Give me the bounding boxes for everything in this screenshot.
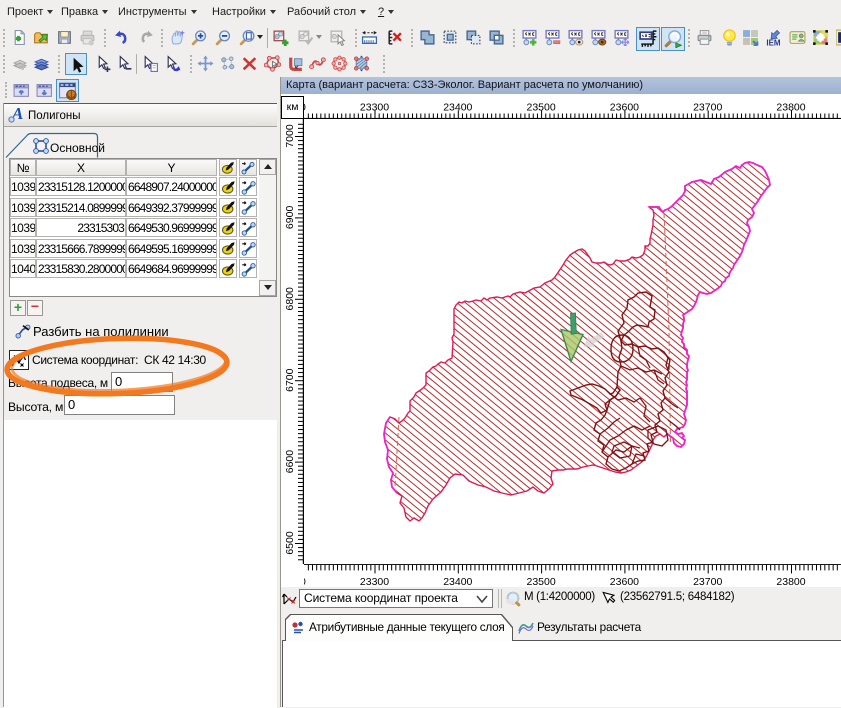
svg-text:6800: 6800 [284,287,296,311]
svg-text:23500: 23500 [526,102,555,114]
svg-text:7000: 7000 [284,124,296,148]
svg-text:IEM: IEM [766,38,781,46]
svg-text:23600: 23600 [610,102,639,114]
svg-text:6600: 6600 [284,450,296,474]
svg-text:23400: 23400 [443,102,472,114]
svg-text:6500: 6500 [284,531,296,555]
svg-text:6900: 6900 [284,206,296,230]
svg-text:6700: 6700 [284,368,296,392]
svg-text:23700: 23700 [693,102,722,114]
svg-text:23300: 23300 [360,102,389,114]
svg-text:23800: 23800 [776,102,805,114]
